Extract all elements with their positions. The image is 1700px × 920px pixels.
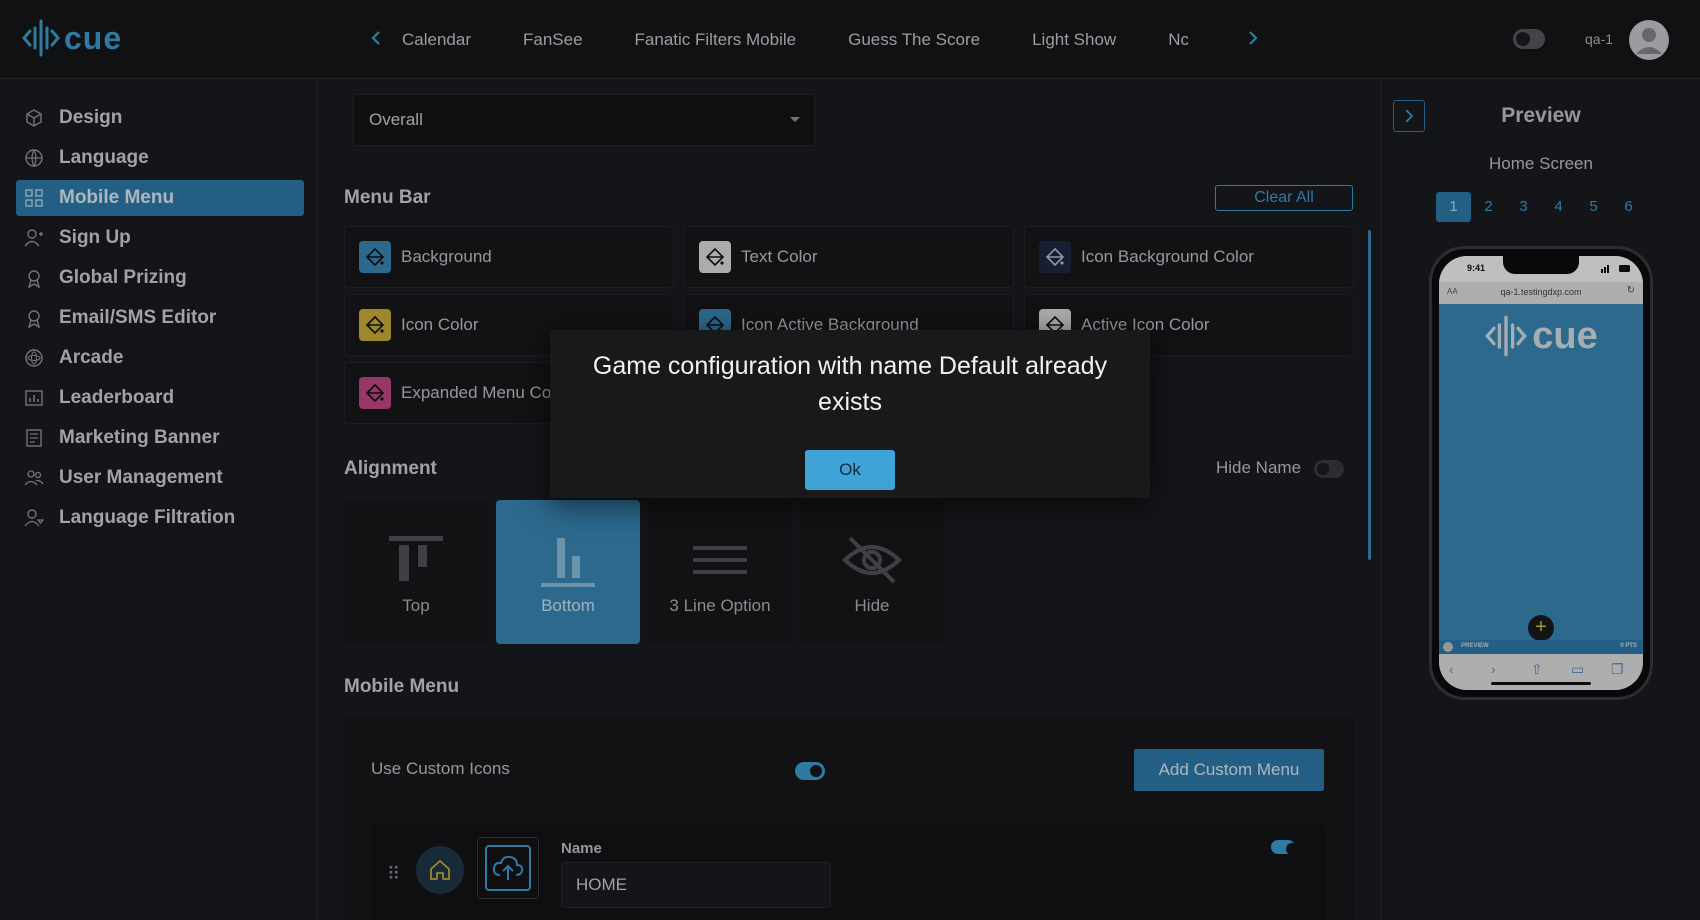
ok-button[interactable]: Ok: [805, 450, 895, 490]
error-dialog: Game configuration with name Default alr…: [550, 330, 1150, 498]
dialog-message: Game configuration with name Default alr…: [592, 352, 1108, 416]
